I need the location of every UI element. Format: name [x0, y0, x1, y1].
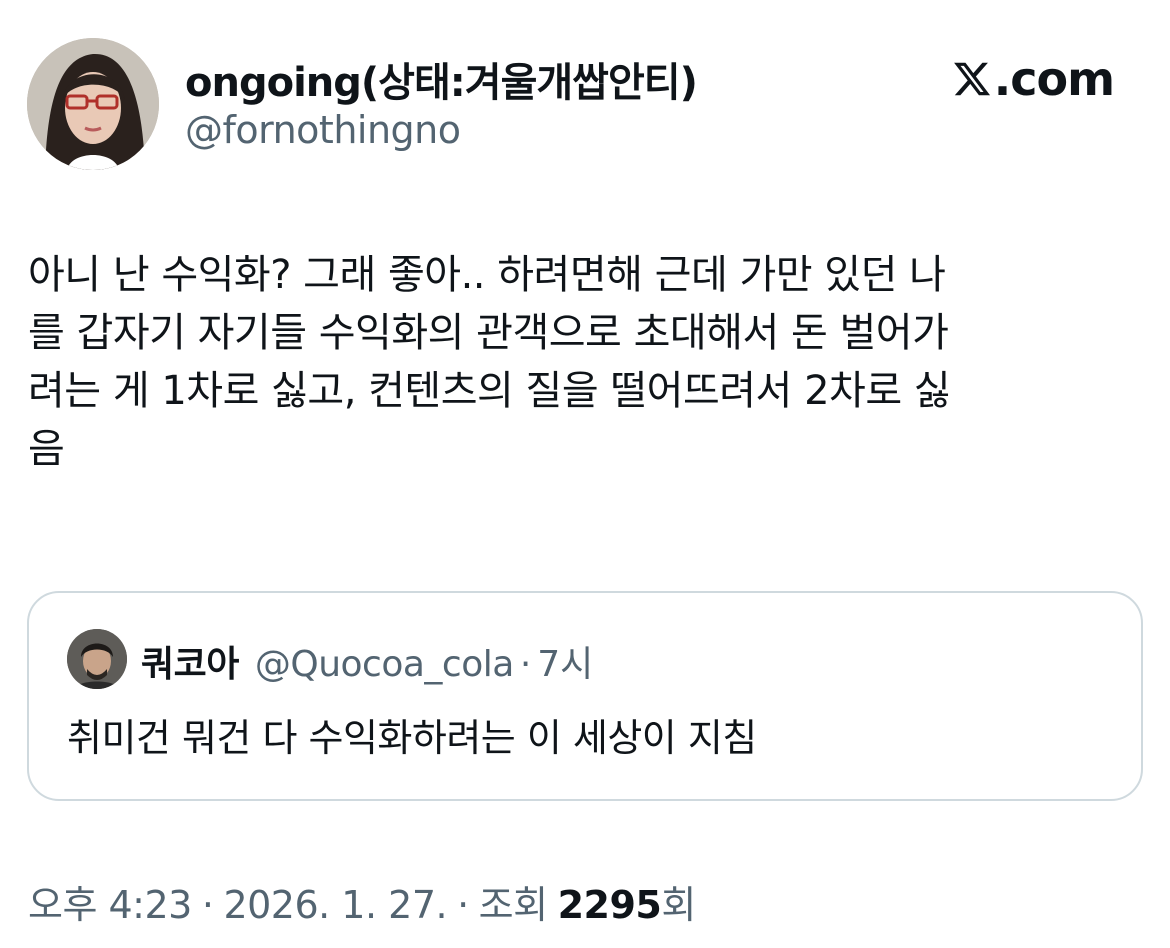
- profile-photo-icon: [27, 38, 159, 170]
- separator-dot: ·: [519, 644, 532, 685]
- author-display-name[interactable]: ongoing(상태:겨울개쌉안티): [185, 50, 698, 108]
- tweet-text-line: 음: [28, 426, 65, 472]
- x-logo-icon: [952, 59, 992, 99]
- tweet-text-line: 를 갑자기 자기들 수익화의 관객으로 초대해서 돈 벌어가: [28, 310, 949, 356]
- separator-dot: ·: [201, 883, 214, 927]
- author-avatar[interactable]: [27, 38, 159, 170]
- quoted-author-handle[interactable]: @Quocoa_cola: [255, 644, 514, 685]
- separator-dot: ·: [457, 883, 469, 927]
- tweet-meta: 오후 4:23 · 2026. 1. 27. · 조회 2295 회: [28, 874, 696, 929]
- quoted-timestamp[interactable]: 7시: [537, 635, 593, 687]
- quoted-tweet-card[interactable]: 쿼코아 @Quocoa_cola · 7시 취미건 뭐건 다 수익화하려는 이 …: [27, 591, 1143, 801]
- views-count: 2295: [557, 883, 662, 927]
- tweet-time[interactable]: 오후 4:23: [28, 874, 192, 929]
- quoted-author-avatar[interactable]: [67, 629, 127, 689]
- tweet-date[interactable]: 2026. 1. 27.: [223, 883, 447, 927]
- tweet-text: 아니 난 수익화? 그래 좋아.. 하려면해 근데 가만 있던 나 를 갑자기 …: [28, 246, 1128, 478]
- quoted-author-name[interactable]: 쿼코아: [141, 635, 239, 687]
- brand-watermark: .com: [952, 52, 1115, 106]
- views-suffix: 회: [661, 883, 696, 927]
- quoted-header: 쿼코아 @Quocoa_cola · 7시: [141, 635, 593, 687]
- quoted-tweet-text: 취미건 뭐건 다 수익화하려는 이 세상이 지침: [67, 716, 757, 760]
- views-label: 조회: [478, 883, 548, 927]
- tweet-text-line: 아니 난 수익화? 그래 좋아.. 하려면해 근데 가만 있던 나: [28, 252, 946, 298]
- brand-domain-text: .com: [993, 52, 1115, 106]
- tweet-text-line: 려는 게 1차로 싫고, 컨텐츠의 질을 떨어뜨려서 2차로 싫: [28, 368, 951, 414]
- author-handle[interactable]: @fornothingno: [185, 108, 461, 152]
- profile-photo-icon: [67, 629, 127, 689]
